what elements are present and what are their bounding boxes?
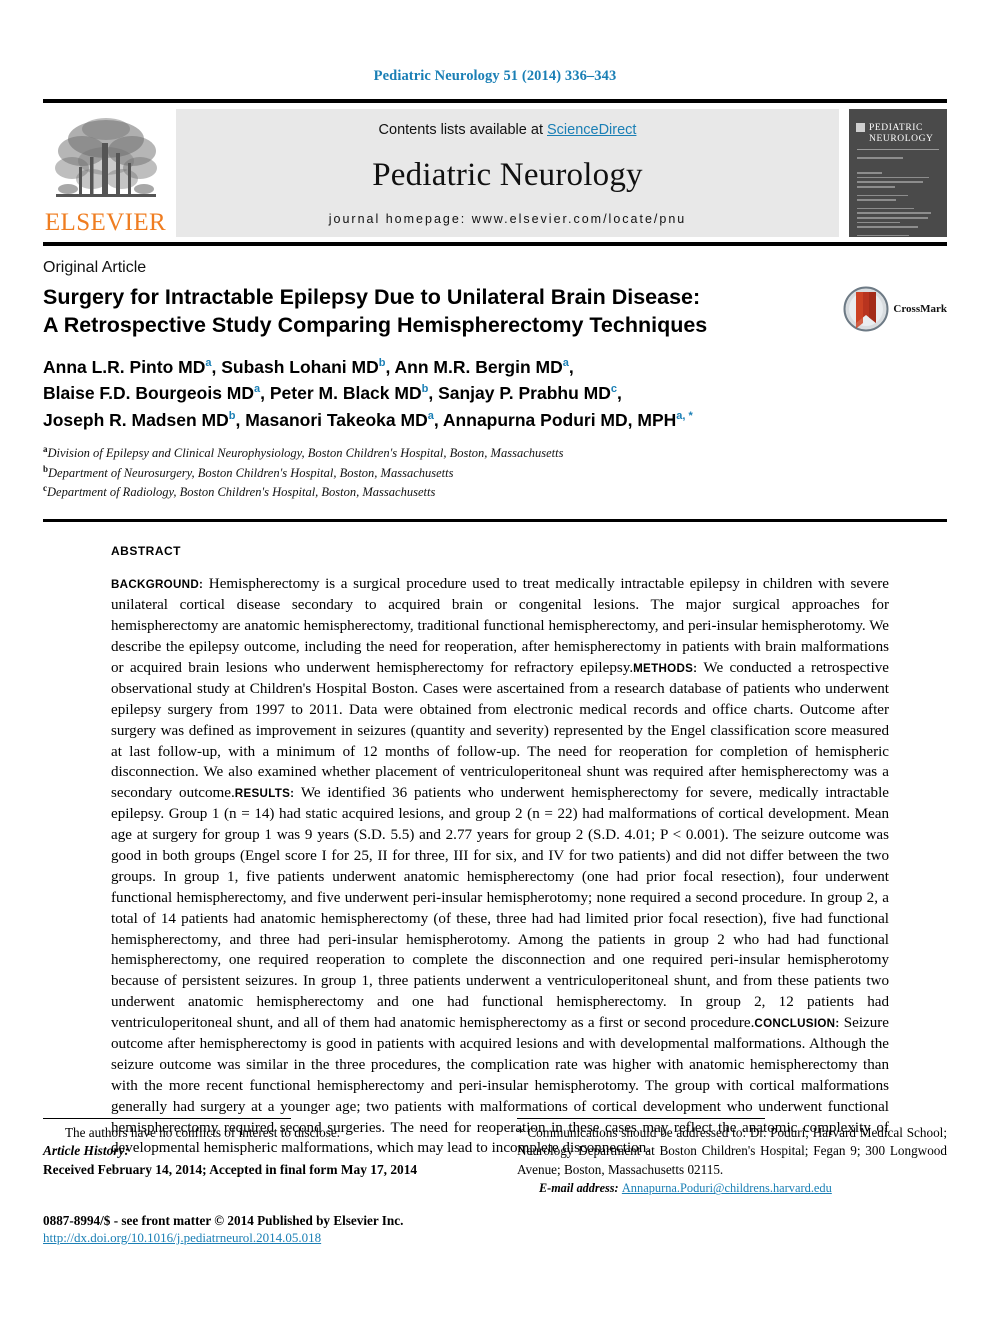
footnote-rule-left — [43, 1118, 291, 1119]
article-history-dates: Received February 14, 2014; Accepted in … — [43, 1162, 418, 1178]
crossmark-icon — [843, 286, 889, 332]
article-type-label: Original Article — [43, 259, 147, 276]
affiliation-list: aDivision of Epilepsy and Clinical Neuro… — [43, 443, 947, 503]
crossmark-badge[interactable]: CrossMark — [843, 286, 947, 332]
author-separator: , — [428, 383, 439, 404]
author-line-1: Anna L.R. Pinto MDa, Subash Lohani MDb, … — [43, 354, 947, 381]
journal-masthead: ELSEVIER Contents lists available at Sci… — [43, 99, 947, 246]
abstract-section-heading: METHODS: — [633, 661, 698, 675]
conflicts-statement: The authors have no conflicts of interes… — [43, 1124, 471, 1142]
page-footnotes: The authors have no conflicts of interes… — [43, 1118, 947, 1198]
title-line-2: A Retrospective Study Comparing Hemisphe… — [43, 312, 708, 337]
author-name: Blaise F.D. Bourgeois MD — [43, 383, 255, 404]
affiliation-item: bDepartment of Neurosurgery, Boston Chil… — [43, 463, 947, 483]
author-name: Ann M.R. Bergin MD — [394, 356, 563, 377]
abstract-gutter — [43, 544, 111, 1159]
abstract-section-heading: BACKGROUND: — [111, 578, 204, 592]
article-history: Article History: Received February 14, 2… — [43, 1142, 471, 1180]
footnote-left-column: The authors have no conflicts of interes… — [43, 1118, 471, 1198]
email-note: E-mail address: Annapurna.Poduri@childre… — [517, 1179, 947, 1197]
affiliation-item: aDivision of Epilepsy and Clinical Neuro… — [43, 443, 947, 463]
abstract-section-text: We identified 36 patients who underwent … — [111, 785, 889, 1032]
affiliation-text: Department of Neurosurgery, Boston Child… — [48, 465, 454, 480]
title-row: Surgery for Intractable Epilepsy Due to … — [43, 284, 947, 340]
conflicts-text: The authors have no conflicts of interes… — [65, 1125, 341, 1140]
corresponding-author-name: Annapurna Poduri MD, MPH — [442, 410, 677, 431]
cover-text-lines — [857, 157, 939, 237]
doi-link[interactable]: http://dx.doi.org/10.1016/j.pediatrneuro… — [43, 1230, 321, 1245]
masthead-center-band: Contents lists available at ScienceDirec… — [176, 109, 839, 237]
author-name: Peter M. Black MD — [269, 383, 422, 404]
abstract-section: ABSTRACT BACKGROUND: Hemispherectomy is … — [43, 544, 947, 1159]
elsevier-wordmark: ELSEVIER — [44, 209, 167, 236]
affiliation-item: cDepartment of Radiology, Boston Childre… — [43, 482, 947, 502]
title-line-1: Surgery for Intractable Epilepsy Due to … — [43, 285, 701, 309]
author-line-2: Blaise F.D. Bourgeois MDa, Peter M. Blac… — [43, 380, 947, 407]
copyright-block: 0887-8994/$ - see front matter © 2014 Pu… — [43, 1213, 403, 1247]
page-title: Surgery for Intractable Epilepsy Due to … — [43, 284, 707, 340]
author-line-3: Joseph R. Madsen MDb, Masanori Takeoka M… — [43, 407, 947, 434]
author-name: Masanori Takeoka MD — [245, 410, 428, 431]
abstract-section-heading: RESULTS: — [234, 787, 295, 801]
issn-copyright-line: 0887-8994/$ - see front matter © 2014 Pu… — [43, 1213, 404, 1228]
cover-title-line2: NEUROLOGY — [869, 133, 934, 144]
abstract-section-text: We conducted a retrospective observation… — [111, 659, 889, 802]
running-head: Pediatric Neurology 51 (2014) 336–343 — [373, 68, 617, 84]
contents-prefix: Contents lists available at — [378, 122, 547, 138]
corresponding-author-marker: a, * — [676, 410, 693, 423]
abstract-section-heading: CONCLUSION: — [754, 1017, 840, 1031]
footnote-right-column: * Communications should be addressed to:… — [517, 1118, 947, 1198]
email-link[interactable]: Annapurna.Poduri@childrens.harvard.edu — [622, 1181, 832, 1195]
author-separator: , — [616, 383, 622, 404]
journal-article-page: Pediatric Neurology 51 (2014) 336–343 EL… — [0, 0, 990, 1320]
elsevier-logo: ELSEVIER — [43, 109, 168, 237]
author-separator: , — [433, 410, 443, 431]
abstract-heading: ABSTRACT — [111, 544, 181, 559]
abstract-text: BACKGROUND: Hemispherectomy is a surgica… — [111, 574, 889, 1159]
cover-emblem-icon — [856, 123, 865, 132]
author-separator: , — [235, 410, 246, 431]
contents-available-line: Contents lists available at ScienceDirec… — [379, 122, 637, 138]
author-separator: , — [385, 356, 395, 377]
author-name: Sanjay P. Prabhu MD — [438, 383, 611, 404]
abstract-body: ABSTRACT BACKGROUND: Hemispherectomy is … — [111, 544, 947, 1159]
elsevier-tree-icon — [54, 118, 157, 197]
affiliation-text: Division of Epilepsy and Clinical Neurop… — [47, 445, 564, 460]
author-separator: , — [568, 356, 574, 377]
journal-homepage[interactable]: journal homepage: www.elsevier.com/locat… — [329, 212, 687, 226]
journal-title: Pediatric Neurology — [372, 156, 643, 193]
author-separator: , — [211, 356, 222, 377]
cover-title-line1: PEDIATRIC — [869, 123, 923, 133]
author-name: Anna L.R. Pinto MD — [43, 356, 206, 377]
email-label: E-mail address: — [539, 1181, 619, 1196]
abstract-divider — [43, 519, 947, 523]
author-name: Subash Lohani MD — [221, 356, 379, 377]
journal-cover-thumbnail: PEDIATRIC NEUROLOGY — [849, 109, 947, 237]
affiliation-text: Department of Radiology, Boston Children… — [47, 485, 436, 500]
author-name: Joseph R. Madsen MD — [43, 410, 229, 431]
footnote-rule-right — [517, 1118, 765, 1119]
crossmark-label: CrossMark — [893, 303, 947, 315]
author-separator: , — [260, 383, 270, 404]
article-history-label: Article History: — [43, 1143, 129, 1159]
correspondence-note: * Communications should be addressed to:… — [517, 1125, 947, 1177]
sciencedirect-link[interactable]: ScienceDirect — [547, 122, 636, 138]
cover-journal-title: PEDIATRIC NEUROLOGY — [869, 123, 934, 145]
author-list: Anna L.R. Pinto MDa, Subash Lohani MDb, … — [43, 354, 947, 434]
